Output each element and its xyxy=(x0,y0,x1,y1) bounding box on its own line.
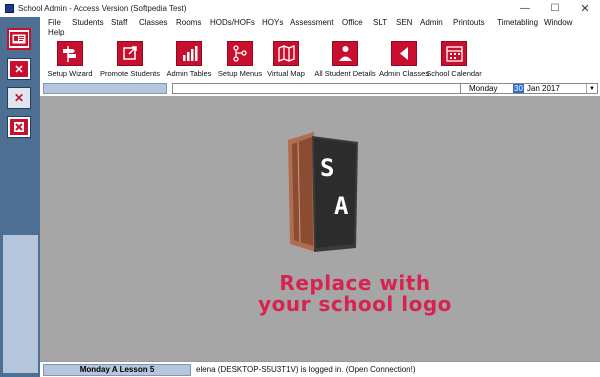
maximize-button[interactable]: ☐ xyxy=(540,0,570,17)
setup-wizard-label: Setup Wizard xyxy=(47,69,93,78)
sidebar-panel xyxy=(3,235,38,373)
title-bar: School Admin - Access Version (Softpedia… xyxy=(0,0,600,17)
dropdown-arrow-icon[interactable]: ▼ xyxy=(586,84,597,93)
id-card-icon xyxy=(10,32,28,46)
context-bar: Monday 30 Jan 2017 ▼ xyxy=(40,80,600,96)
minimize-button[interactable]: — xyxy=(510,0,540,17)
menu-window[interactable]: Window xyxy=(544,18,572,27)
main-canvas: S A Replace with your school logo xyxy=(40,96,600,361)
logo-letter-a: A xyxy=(334,192,349,220)
menu-slt[interactable]: SLT xyxy=(373,18,387,27)
logo-placeholder-line2: your school logo xyxy=(258,292,452,316)
close-window-button[interactable]: ✕ xyxy=(570,0,600,17)
map-icon xyxy=(273,41,299,66)
student-card-button[interactable] xyxy=(7,28,31,50)
school-calendar-label: School Calendar xyxy=(426,69,482,78)
bar-chart-icon xyxy=(176,41,202,66)
close-all-button[interactable]: ✕ xyxy=(7,87,31,109)
virtual-map-label: Virtual Map xyxy=(267,69,305,78)
menu-rooms[interactable]: Rooms xyxy=(176,18,201,27)
logo-letter-s: S xyxy=(320,154,334,182)
menu-hoys[interactable]: HOYs xyxy=(262,18,283,27)
delete-icon xyxy=(10,119,28,135)
calendar-icon xyxy=(441,41,467,66)
date-picker[interactable]: Monday 30 Jan 2017 ▼ xyxy=(460,83,598,94)
menu-help[interactable]: Help xyxy=(48,28,64,37)
menu-office[interactable]: Office xyxy=(342,18,363,27)
app-icon xyxy=(5,4,14,13)
menu-file[interactable]: File xyxy=(48,18,61,27)
menu-assessment[interactable]: Assessment xyxy=(290,18,334,27)
menu-sen[interactable]: SEN xyxy=(396,18,412,27)
date-month-year: Jan 2017 xyxy=(526,84,560,93)
date-selected[interactable]: 30 xyxy=(513,84,524,93)
menu-bar: File Students Staff Classes Rooms HODs/HOFs HO… xyxy=(40,17,600,37)
signpost-icon xyxy=(57,41,83,66)
promote-icon xyxy=(117,41,143,66)
date-day: Monday xyxy=(469,84,498,93)
student-icon xyxy=(332,41,358,66)
search-field[interactable] xyxy=(172,83,494,94)
menu-printouts[interactable]: Printouts xyxy=(453,18,485,27)
x-icon: ✕ xyxy=(10,61,28,77)
menu-staff[interactable]: Staff xyxy=(111,18,127,27)
current-lesson: Monday A Lesson 5 xyxy=(43,364,191,376)
login-status: elena (DESKTOP-S5U3T1V) is logged in. (O… xyxy=(196,365,416,374)
menu-classes[interactable]: Classes xyxy=(139,18,167,27)
menu-hods-hofs[interactable]: HODs/HOFs xyxy=(210,18,255,27)
context-label xyxy=(43,83,167,94)
delete-button[interactable] xyxy=(7,116,31,138)
menu-admin[interactable]: Admin xyxy=(420,18,443,27)
menu-timetabling[interactable]: Timetabling xyxy=(497,18,538,27)
ribbon-toolbar: Setup Wizard Promote Students Admin Tables… xyxy=(40,37,600,80)
close-form-button[interactable]: ✕ xyxy=(7,58,31,80)
window-title: School Admin - Access Version (Softpedia… xyxy=(18,4,187,13)
school-logo-book: S A xyxy=(288,132,358,252)
menu-students[interactable]: Students xyxy=(72,18,104,27)
school-calendar-button[interactable]: School Calendar xyxy=(414,41,494,78)
status-bar: Monday A Lesson 5 elena (DESKTOP-S5U3T1V… xyxy=(40,361,600,377)
multi-x-icon: ✕ xyxy=(13,91,25,105)
